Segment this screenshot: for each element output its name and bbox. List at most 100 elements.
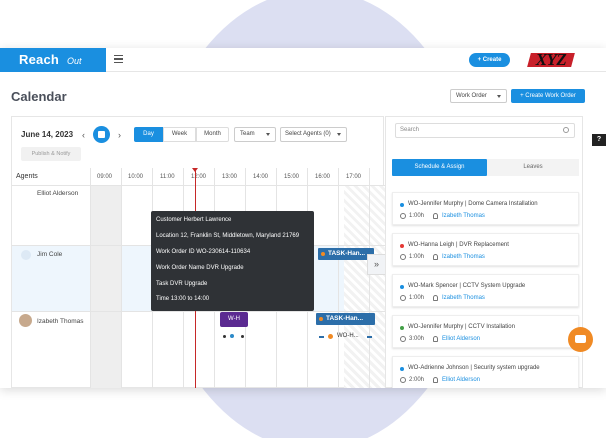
team-select-value: Team <box>240 131 255 137</box>
hour-label: 14:00 <box>253 174 269 180</box>
prev-date-button[interactable]: ‹ <box>82 130 85 140</box>
work-order-card[interactable]: WO-Mark Spencer | CCTV System Upgrade 1:… <box>392 274 579 307</box>
create-work-order-button[interactable]: + Create Work Order <box>511 89 585 103</box>
work-order-title: WO-Adrienne Johnson | Security system up… <box>408 365 540 371</box>
top-bar: Reach Out + Create XYZ <box>0 48 606 72</box>
agents-select[interactable]: Select Agents (0) <box>280 127 347 142</box>
clock-icon <box>400 295 406 301</box>
status-dot <box>400 203 404 207</box>
chevron-down-icon <box>266 133 270 136</box>
search-icon <box>563 127 569 133</box>
search-placeholder: Search <box>400 127 420 133</box>
work-order-duration: 1:00h <box>409 295 425 301</box>
work-order-title: WO-Hanna Leigh | DVR Replacement <box>408 242 509 248</box>
work-order-duration: 2:00h <box>409 377 425 383</box>
dash-marker <box>319 336 324 338</box>
user-icon <box>433 377 438 383</box>
publish-notify-button[interactable]: Publish & Notify <box>21 147 81 161</box>
agent-name[interactable]: Izabeth Thomas <box>37 318 84 325</box>
hour-label: 13:00 <box>222 174 238 180</box>
grid-line <box>338 168 339 388</box>
dash-marker <box>367 336 372 338</box>
work-order-duration: 1:00h <box>409 254 425 260</box>
work-order-agent[interactable]: Elliot Alderson <box>442 336 480 342</box>
status-dot <box>400 244 404 248</box>
hour-label: 16:00 <box>315 174 331 180</box>
status-dot <box>328 334 333 339</box>
work-order-title: WO-Jennifer Murphy | Dome Camera Install… <box>408 201 538 207</box>
search-input[interactable]: Search <box>395 123 575 138</box>
hour-label: 09:00 <box>97 174 113 180</box>
clock-icon <box>400 336 406 342</box>
grid-line <box>369 168 370 388</box>
agent-name[interactable]: Elliot Alderson <box>37 190 78 197</box>
tooltip-customer: Customer Herbert Lawrence <box>156 217 232 223</box>
tooltip-location: Location 12, Franklin St, Middletown, Ma… <box>156 233 300 239</box>
page-title: Calendar <box>11 89 67 104</box>
clock-icon <box>400 213 406 219</box>
tooltip-wo-id: Work Order ID WO-230614-110634 <box>156 249 251 255</box>
view-day-button[interactable]: Day <box>134 127 163 142</box>
status-dot <box>400 326 404 330</box>
unavailable-hatch <box>344 186 385 388</box>
task-bar[interactable]: TASK-Han... <box>316 313 375 325</box>
work-order-duration: 1:00h <box>409 213 425 219</box>
status-dot <box>230 334 234 338</box>
grid-line <box>121 168 122 388</box>
header-divider <box>12 185 385 186</box>
off-hours-shade <box>90 186 121 388</box>
logo-sub-text: Out <box>67 56 82 66</box>
work-order-card[interactable]: WO-Hanna Leigh | DVR Replacement 1:00h I… <box>392 233 579 266</box>
grid-line <box>90 168 91 388</box>
work-order-select-value: Work Order <box>456 93 487 99</box>
agents-column-header: Agents <box>16 173 38 180</box>
work-order-agent[interactable]: Izabeth Thomas <box>442 213 485 219</box>
work-order-block[interactable]: W-H <box>220 312 248 327</box>
user-icon <box>433 336 438 342</box>
status-dot <box>400 285 404 289</box>
agents-select-value: Select Agents (0) <box>285 131 331 137</box>
client-logo: XYZ <box>526 50 576 70</box>
status-dot <box>321 252 325 256</box>
hour-label: 17:00 <box>346 174 362 180</box>
work-order-agent[interactable]: Izabeth Thomas <box>442 254 485 260</box>
avatar <box>19 314 32 327</box>
team-select[interactable]: Team <box>234 127 276 142</box>
tooltip-task: Task DVR Upgrade <box>156 281 208 287</box>
status-dot <box>241 335 244 338</box>
user-icon <box>433 295 438 301</box>
work-order-agent[interactable]: Izabeth Thomas <box>442 295 485 301</box>
work-order-select[interactable]: Work Order <box>450 89 507 103</box>
agent-name[interactable]: Jim Cole <box>37 251 62 258</box>
work-order-card[interactable]: WO-Adrienne Johnson | Security system up… <box>392 356 579 388</box>
view-month-button[interactable]: Month <box>196 127 229 142</box>
hamburger-menu-icon[interactable] <box>114 55 123 63</box>
tab-schedule-assign[interactable]: Schedule & Assign <box>392 159 487 176</box>
chat-icon[interactable] <box>568 327 593 352</box>
view-week-button[interactable]: Week <box>163 127 196 142</box>
brand-logo[interactable]: Reach Out <box>0 48 106 72</box>
create-button[interactable]: + Create <box>469 53 510 67</box>
current-date: June 14, 2023 <box>21 130 74 139</box>
work-order-tooltip: Customer Herbert Lawrence Location 12, F… <box>151 211 314 311</box>
user-icon <box>433 213 438 219</box>
avatar <box>21 250 31 260</box>
help-tab[interactable]: ? <box>592 134 606 146</box>
work-order-card[interactable]: WO-Jennifer Murphy | CCTV Installation 3… <box>392 315 579 348</box>
next-date-button[interactable]: › <box>118 130 121 140</box>
chevron-down-icon <box>497 95 501 98</box>
work-order-card[interactable]: WO-Jennifer Murphy | Dome Camera Install… <box>392 192 579 225</box>
task-label: TASK-Han... <box>328 250 366 257</box>
expand-panel-button[interactable]: » <box>367 254 386 275</box>
task-bar[interactable]: TASK-Han... <box>318 248 374 260</box>
clock-icon <box>400 254 406 260</box>
tab-leaves[interactable]: Leaves <box>487 159 579 176</box>
calendar-picker-icon[interactable] <box>93 126 110 143</box>
hour-label: 12:00 <box>191 174 207 180</box>
schedule-side-panel: Search Schedule & Assign Leaves WO-Jenni… <box>385 116 583 388</box>
hour-label: 15:00 <box>284 174 300 180</box>
row-divider <box>12 311 385 312</box>
work-order-agent[interactable]: Elliot Alderson <box>442 377 480 383</box>
work-order-label[interactable]: WO-H... <box>337 333 359 339</box>
hour-label: 10:00 <box>128 174 144 180</box>
